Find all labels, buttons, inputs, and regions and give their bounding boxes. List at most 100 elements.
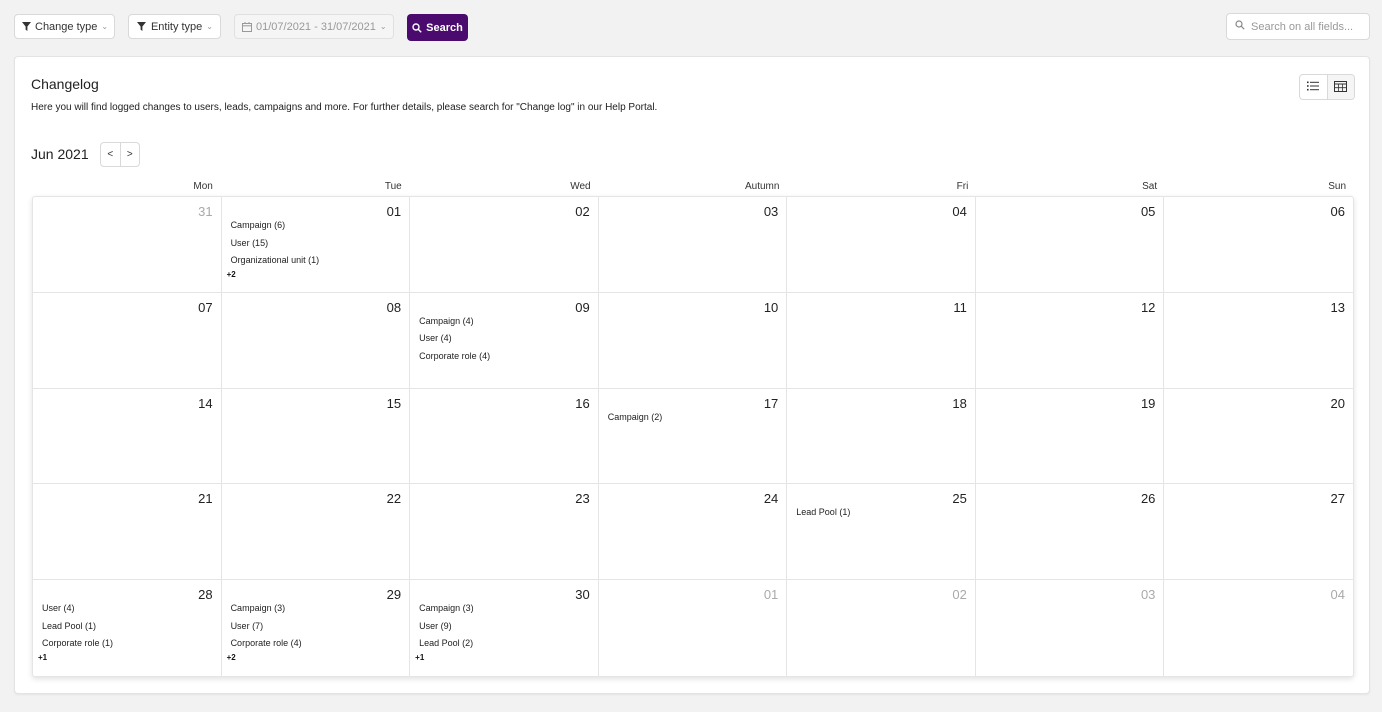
filter-icon [22,21,31,32]
calendar-day-cell[interactable]: 02 [787,580,976,676]
event-item[interactable]: User (7) [231,620,402,638]
calendar-day-cell[interactable]: 04 [1164,580,1353,676]
page-title: Changelog [31,76,99,92]
calendar-day-cell[interactable]: 01 Campaign (6) User (15) Organizational un… [221,197,411,293]
page-description: Here you will find logged changes to use… [31,102,658,113]
day-number: 15 [386,395,402,411]
calendar-grid: 31 01 Campaign (6) User (15) Organizational … [32,196,1354,677]
calendar-day-cell[interactable]: 17 Campaign (2) [598,388,788,485]
calendar-day-cell[interactable]: 21 [33,484,222,581]
calendar-day-cell[interactable]: 19 [975,388,1165,485]
calendar-day-cell[interactable]: 24 [598,484,788,581]
search-button-label: Search [426,21,463,34]
chevron-down-icon: ⌄ [206,22,213,31]
calendar-day-cell[interactable]: 26 [975,484,1165,581]
day-number: 05 [1140,204,1156,219]
day-number: 10 [763,299,779,315]
calendar-day-cell[interactable]: 03 [598,197,788,293]
day-number: 17 [763,395,779,411]
day-number: 18 [952,395,967,411]
event-item[interactable]: Campaign (6) [231,219,402,237]
event-item[interactable]: Lead Pool (1) [796,506,967,524]
calendar-day-cell[interactable]: 01 [599,580,788,676]
weekday-label: Wed [570,181,591,192]
list-view-button[interactable] [1300,75,1327,99]
day-number: 09 [575,299,590,315]
calendar-day-cell[interactable]: 02 [410,197,599,293]
more-events-link[interactable]: +2 [227,653,402,662]
calendar-day-cell[interactable]: 09 Campaign (4) User (4) Corporate role (4) [410,292,599,389]
calendar-day-cell[interactable]: 29 Campaign (3) User (7) Corporate role (4)… [222,580,411,676]
day-number: 21 [198,491,213,507]
search-input[interactable] [1251,20,1361,33]
day-number: 29 [386,587,402,603]
next-month-button[interactable]: > [119,143,140,166]
calendar-day-cell[interactable]: 20 [1164,389,1353,485]
calendar-day-cell[interactable]: 27 [1164,484,1353,581]
change-type-label: Change type [35,20,98,33]
day-number: 04 [952,204,967,219]
event-list: Campaign (3) User (9) Lead Pool (2) +1 [415,602,590,662]
event-list: User (4) Lead Pool (1) Corporate role (1) +… [38,602,213,662]
search-icon [412,22,422,33]
event-item[interactable]: Corporate role (4) [419,350,590,368]
weekday-label: Sat [1142,181,1158,192]
calendar-day-cell[interactable]: 15 [221,388,411,485]
event-item[interactable]: Lead Pool (1) [42,620,213,638]
event-item[interactable]: Campaign (2) [608,411,779,429]
day-number: 27 [1330,491,1345,507]
event-item[interactable]: User (4) [42,602,213,620]
calendar-view-button[interactable] [1326,75,1354,99]
calendar-day-cell[interactable]: 23 [410,484,599,581]
calendar-day-cell[interactable]: 25 Lead Pool (1) [787,484,976,581]
calendar-day-cell[interactable]: 16 [410,388,599,485]
event-item[interactable]: Campaign (3) [231,602,402,620]
more-events-link[interactable]: +1 [38,653,213,662]
calendar-day-cell[interactable]: 03 [976,580,1165,676]
day-number: 14 [198,395,213,411]
calendar-day-cell[interactable]: 28 User (4) Lead Pool (1) Corporate role (1… [33,580,222,676]
day-number: 13 [1330,299,1345,315]
prev-month-button[interactable]: < [101,143,120,166]
calendar-day-cell[interactable]: 06 [1164,197,1353,293]
calendar-day-cell[interactable]: 04 [787,197,976,293]
event-item[interactable]: User (9) [419,620,590,638]
event-item[interactable]: Campaign (3) [419,602,590,620]
event-list: Campaign (2) [608,411,779,429]
calendar-day-cell[interactable]: 18 [787,388,976,485]
day-number: 23 [575,491,590,507]
calendar-day-cell[interactable]: 08 [221,292,411,389]
calendar-day-cell[interactable]: 05 [975,197,1165,293]
calendar-day-cell[interactable]: 11 [787,292,976,389]
day-number: 02 [575,204,590,219]
chevron-down-icon: ⌄ [101,22,109,31]
global-search[interactable] [1226,13,1370,40]
calendar-day-cell[interactable]: 13 [1164,293,1353,389]
view-toggle [1299,74,1355,100]
calendar-day-cell[interactable]: 31 [33,197,222,293]
more-events-link[interactable]: +2 [227,270,402,279]
day-number: 26 [1140,491,1156,507]
more-events-link[interactable]: +1 [415,653,590,662]
calendar-day-cell[interactable]: 07 [33,292,222,389]
calendar-day-cell[interactable]: 14 [33,388,222,485]
calendar-day-cell[interactable]: 12 [975,292,1165,389]
chevron-down-icon: ⌄ [379,22,387,31]
event-list: Campaign (4) User (4) Corporate role (4) [419,315,590,368]
search-button[interactable]: Search [407,14,468,41]
change-type-filter[interactable]: Change type ⌄ [14,14,115,39]
event-item[interactable]: Campaign (4) [419,315,590,333]
day-number: 31 [198,204,213,219]
date-range-picker[interactable]: 01/07/2021 - 31/07/2021 ⌄ [234,14,394,39]
day-number: 20 [1330,395,1345,411]
calendar-day-cell[interactable]: 10 [598,292,788,389]
event-item[interactable]: User (15) [231,237,402,255]
entity-type-filter[interactable]: Entity type ⌄ [128,14,221,39]
calendar-day-cell[interactable]: 30 Campaign (3) User (9) Lead Pool (2) +1 [410,580,599,676]
day-number: 08 [386,299,402,315]
date-range-label: 01/07/2021 - 31/07/2021 [256,20,376,33]
weekday-label: Tue [384,181,402,192]
event-item[interactable]: User (4) [419,332,590,350]
day-number: 12 [1140,299,1156,315]
calendar-day-cell[interactable]: 22 [221,484,411,581]
